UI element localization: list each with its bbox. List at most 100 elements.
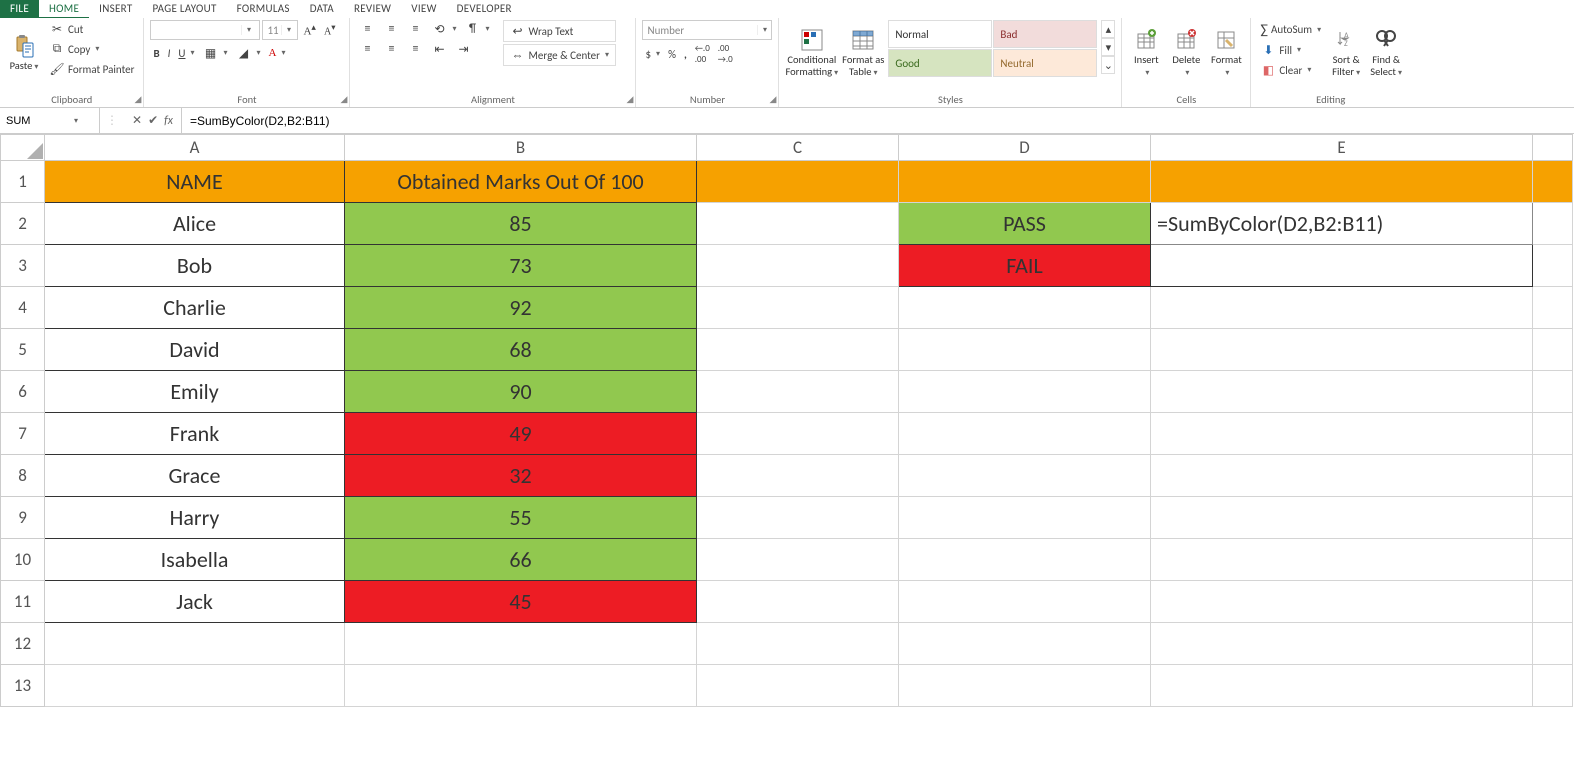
chevron-down-icon[interactable]: ▾	[241, 25, 255, 35]
row-header-9[interactable]: 9	[1, 497, 45, 539]
cell-B12[interactable]	[345, 623, 697, 665]
bold-button[interactable]: B	[150, 46, 162, 61]
chevron-down-icon[interactable]: ▾	[757, 25, 771, 35]
styles-scroll-up[interactable]: ▴	[1101, 20, 1115, 38]
cell-B2[interactable]: 85	[345, 203, 697, 245]
cell-E7[interactable]	[1151, 413, 1533, 455]
align-top-button[interactable]: ≡	[356, 20, 378, 38]
cell-D10[interactable]	[899, 539, 1151, 581]
number-format-combo[interactable]: Number▾	[642, 20, 772, 40]
cell-D6[interactable]	[899, 371, 1151, 413]
tab-formulas[interactable]: FORMULAS	[227, 0, 300, 18]
cell-E8[interactable]	[1151, 455, 1533, 497]
cell-blank1[interactable]	[1533, 161, 1573, 203]
row-header-5[interactable]: 5	[1, 329, 45, 371]
cell-blank6[interactable]	[1533, 371, 1573, 413]
cell-A11[interactable]: Jack	[45, 581, 345, 623]
format-as-table-button[interactable]: Format as Table▾	[842, 20, 884, 86]
percent-button[interactable]: %	[665, 47, 679, 62]
align-bottom-button[interactable]: ≡	[404, 20, 426, 38]
cell-C4[interactable]	[697, 287, 899, 329]
column-header-B[interactable]: B	[345, 135, 697, 161]
comma-button[interactable]: ,	[681, 47, 690, 62]
font-dialog-launcher[interactable]: ◢	[341, 94, 348, 105]
cell-C5[interactable]	[697, 329, 899, 371]
underline-button[interactable]: U▾	[175, 46, 197, 61]
font-size-combo[interactable]: 11▾	[262, 20, 298, 40]
sort-filter-button[interactable]: AZ Sort & Filter▾	[1328, 20, 1364, 86]
cell-B6[interactable]: 90	[345, 371, 697, 413]
chevron-down-icon[interactable]: ▾	[281, 25, 295, 35]
name-box-input[interactable]	[0, 115, 70, 127]
number-dialog-launcher[interactable]: ◢	[770, 94, 777, 105]
cell-blank12[interactable]	[1533, 623, 1573, 665]
wrap-text-button[interactable]: ↩Wrap Text	[503, 20, 617, 42]
tab-data[interactable]: DATA	[300, 0, 344, 18]
cell-blank8[interactable]	[1533, 455, 1573, 497]
increase-font-button[interactable]: A▴	[300, 21, 319, 39]
tab-file[interactable]: FILE	[0, 0, 39, 18]
cell-B7[interactable]: 49	[345, 413, 697, 455]
row-header-3[interactable]: 3	[1, 245, 45, 287]
row-header-2[interactable]: 2	[1, 203, 45, 245]
tab-review[interactable]: REVIEW	[344, 0, 401, 18]
tab-view[interactable]: VIEW	[401, 0, 446, 18]
cell-D12[interactable]	[899, 623, 1151, 665]
format-painter-button[interactable]: 🖌Format Painter	[46, 60, 137, 78]
column-header-A[interactable]: A	[45, 135, 345, 161]
font-color-button[interactable]: A▾	[266, 46, 289, 60]
cell-D5[interactable]	[899, 329, 1151, 371]
cell-C1[interactable]	[697, 161, 899, 203]
cell-A9[interactable]: Harry	[45, 497, 345, 539]
row-header-6[interactable]: 6	[1, 371, 45, 413]
cell-A5[interactable]: David	[45, 329, 345, 371]
tab-developer[interactable]: DEVELOPER	[447, 0, 522, 18]
formula-input[interactable]	[182, 108, 1574, 133]
cell-D13[interactable]	[899, 665, 1151, 707]
select-all-button[interactable]	[1, 135, 45, 161]
cell-blank13[interactable]	[1533, 665, 1573, 707]
style-good[interactable]: Good	[888, 49, 992, 77]
cell-A6[interactable]: Emily	[45, 371, 345, 413]
cell-B9[interactable]: 55	[345, 497, 697, 539]
cell-blank5[interactable]	[1533, 329, 1573, 371]
orientation-button[interactable]: ⟲▾	[428, 20, 459, 38]
column-header-E[interactable]: E	[1151, 135, 1533, 161]
cell-C10[interactable]	[697, 539, 899, 581]
cell-blank2[interactable]	[1533, 203, 1573, 245]
cell-D1[interactable]	[899, 161, 1151, 203]
find-select-button[interactable]: Find & Select▾	[1368, 20, 1404, 86]
cell-B11[interactable]: 45	[345, 581, 697, 623]
row-header-7[interactable]: 7	[1, 413, 45, 455]
column-header-D[interactable]: D	[899, 135, 1151, 161]
cell-E12[interactable]	[1151, 623, 1533, 665]
decrease-indent-button[interactable]: ⇤	[428, 40, 450, 58]
font-name-combo[interactable]: ▾	[150, 20, 260, 40]
autosum-button[interactable]: ∑AutoSum▾	[1257, 20, 1324, 39]
cut-button[interactable]: ✂Cut	[46, 20, 137, 38]
cell-D8[interactable]	[899, 455, 1151, 497]
cell-blank7[interactable]	[1533, 413, 1573, 455]
row-header-11[interactable]: 11	[1, 581, 45, 623]
row-header-1[interactable]: 1	[1, 161, 45, 203]
cell-A1[interactable]: NAME	[45, 161, 345, 203]
cell-styles-gallery[interactable]: Normal Bad Good Neutral	[888, 20, 1097, 77]
cell-B8[interactable]: 32	[345, 455, 697, 497]
insert-function-button[interactable]: fx	[164, 114, 173, 128]
enter-formula-button[interactable]: ✔	[148, 113, 158, 128]
format-cells-button[interactable]: Format▾	[1208, 20, 1244, 86]
cell-C3[interactable]	[697, 245, 899, 287]
cell-B1[interactable]: Obtained Marks Out Of 100	[345, 161, 697, 203]
cancel-formula-button[interactable]: ✕	[132, 113, 142, 128]
cell-A8[interactable]: Grace	[45, 455, 345, 497]
cell-E11[interactable]	[1151, 581, 1533, 623]
delete-cells-button[interactable]: Delete▾	[1168, 20, 1204, 86]
align-left-button[interactable]: ≡	[356, 40, 378, 58]
cell-blank11[interactable]	[1533, 581, 1573, 623]
row-header-13[interactable]: 13	[1, 665, 45, 707]
cell-C13[interactable]	[697, 665, 899, 707]
name-box[interactable]: ▾	[0, 108, 100, 133]
clipboard-dialog-launcher[interactable]: ◢	[135, 94, 142, 105]
cell-B4[interactable]: 92	[345, 287, 697, 329]
conditional-formatting-button[interactable]: Conditional Formatting▾	[785, 20, 838, 86]
